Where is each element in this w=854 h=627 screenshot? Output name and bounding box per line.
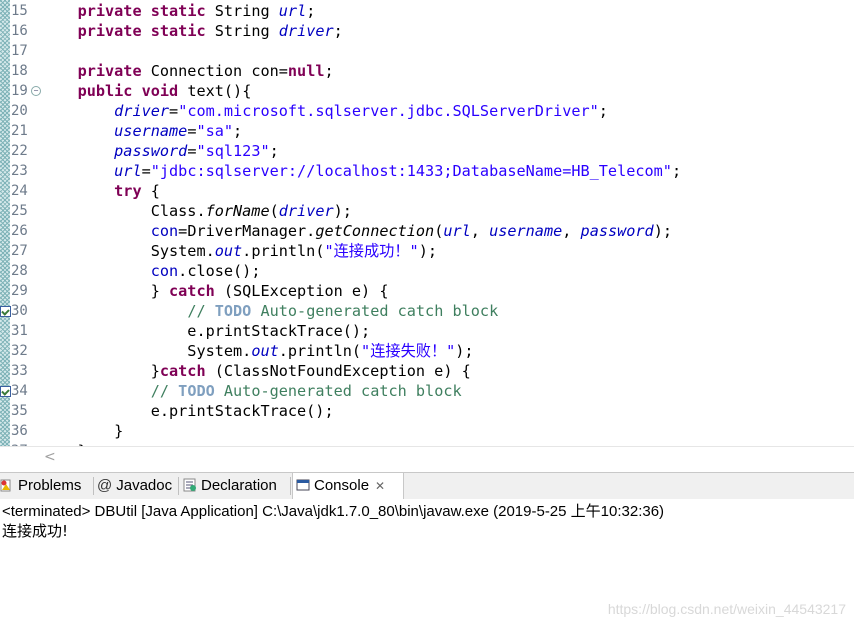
code-line[interactable]: 21 username="sa"; (0, 121, 854, 141)
tab-problems[interactable]: Problems (0, 473, 81, 498)
code-text: username="sa"; (114, 122, 243, 140)
line-number: 22 (11, 143, 28, 159)
code-line[interactable]: 34 // TODO Auto-generated catch block (0, 381, 854, 401)
tab-console-label: Console (314, 477, 370, 494)
code-line[interactable]: 28 con.close(); (0, 261, 854, 281)
code-line[interactable]: 30 // TODO Auto-generated catch block (0, 301, 854, 321)
line-number: 27 (11, 243, 28, 259)
code-text: Class.forName(driver); (41, 202, 352, 220)
line-number: 33 (11, 363, 28, 379)
problems-icon (0, 475, 14, 492)
horizontal-scrollbar[interactable]: < (0, 446, 854, 469)
code-line[interactable]: 25 Class.forName(driver); (0, 201, 854, 221)
tab-problems-label: Problems (18, 477, 82, 494)
line-number: 30 (11, 303, 28, 319)
code-text: try { (114, 182, 160, 200)
code-line[interactable]: 20 driver="com.microsoft.sqlserver.jdbc.… (0, 101, 854, 121)
tab-declaration-label: Declaration (201, 477, 277, 494)
code-line[interactable]: 16 private static String driver; (0, 21, 854, 41)
line-number: 29 (11, 283, 28, 299)
code-text: e.printStackTrace(); (41, 322, 371, 340)
code-line[interactable]: 29 } catch (SQLException e) { (0, 281, 854, 301)
task-marker-icon[interactable] (0, 306, 11, 317)
code-text: public void text(){ (77, 82, 252, 100)
scroll-left-icon[interactable]: < (44, 449, 56, 465)
console-icon (296, 475, 310, 491)
close-icon[interactable]: ✕ (375, 479, 385, 493)
declaration-icon (183, 475, 197, 492)
tab-javadoc-label: Javadoc (116, 477, 173, 494)
line-number: 35 (11, 403, 28, 419)
code-line[interactable]: 33 }catch (ClassNotFoundException e) { (0, 361, 854, 381)
code-line[interactable]: 31 e.printStackTrace(); (0, 321, 854, 341)
watermark: https://blog.csdn.net/weixin_44543217 (607, 601, 846, 617)
tab-console[interactable]: Console ✕ (292, 473, 405, 499)
console-status-line: <terminated> DBUtil [Java Application] C… (2, 503, 665, 520)
line-number: 20 (11, 103, 28, 119)
code-line[interactable]: 19− public void text(){ (0, 81, 854, 101)
code-line[interactable]: 15 private static String url; (0, 1, 854, 21)
task-marker-icon[interactable] (0, 386, 11, 397)
line-number: 28 (11, 263, 28, 279)
code-editor[interactable]: 15 private static String url; 16 private … (0, 0, 854, 446)
tab-javadoc[interactable]: @ Javadoc (97, 473, 172, 498)
code-line[interactable]: 35 e.printStackTrace(); (0, 401, 854, 421)
code-line[interactable]: 27 System.out.println("连接成功！"); (0, 241, 854, 261)
line-number: 32 (11, 343, 28, 359)
bottom-panel-tabs: Problems @ Javadoc Declaration Console ✕ (0, 472, 854, 500)
code-text: password="sql123"; (114, 142, 279, 160)
line-number: 26 (11, 223, 28, 239)
code-text: private static String driver; (77, 22, 343, 40)
code-text: driver="com.microsoft.sqlserver.jdbc.SQL… (114, 102, 608, 120)
line-number: 15 (11, 3, 28, 19)
code-text: private static String url; (77, 2, 316, 20)
line-number: 24 (11, 183, 28, 199)
tab-declaration[interactable]: Declaration (183, 473, 277, 498)
code-line[interactable]: 32 System.out.println("连接失败！"); (0, 341, 854, 361)
code-text: } catch (SQLException e) { (41, 282, 389, 300)
console-view[interactable]: <terminated> DBUtil [Java Application] C… (0, 499, 854, 627)
fold-toggle-icon[interactable]: − (31, 86, 41, 96)
code-text: con=DriverManager.getConnection(url, use… (150, 222, 672, 240)
code-text: // TODO Auto-generated catch block (187, 302, 499, 320)
line-number: 34 (11, 383, 28, 399)
code-line[interactable]: 26 con=DriverManager.getConnection(url, … (0, 221, 854, 241)
code-line[interactable]: 24 try { (0, 181, 854, 201)
line-number: 17 (11, 43, 28, 59)
line-number: 36 (11, 423, 28, 439)
line-number: 25 (11, 203, 28, 219)
line-number: 21 (11, 123, 28, 139)
code-text: // TODO Auto-generated catch block (150, 382, 462, 400)
code-text: } (41, 422, 124, 440)
tab-separator (178, 477, 179, 495)
tab-separator (290, 477, 291, 495)
console-output[interactable]: 连接成功! (2, 520, 68, 541)
at-icon: @ (97, 477, 113, 494)
line-number: 31 (11, 323, 28, 339)
line-number: 23 (11, 163, 28, 179)
code-text: con.close(); (150, 262, 261, 280)
code-text: url="jdbc:sqlserver://localhost:1433;Dat… (114, 162, 682, 180)
code-text: System.out.println("连接成功！"); (41, 242, 437, 260)
code-line[interactable]: 23 url="jdbc:sqlserver://localhost:1433;… (0, 161, 854, 181)
tab-separator (93, 477, 94, 495)
code-line[interactable]: 22 password="sql123"; (0, 141, 854, 161)
code-text: }catch (ClassNotFoundException e) { (41, 362, 471, 380)
code-text: e.printStackTrace(); (41, 402, 334, 420)
code-line[interactable]: 36 } (0, 421, 854, 441)
code-line[interactable]: 17 (0, 41, 854, 61)
code-line[interactable]: 18 private Connection con=null; (0, 61, 854, 81)
line-number: 18 (11, 63, 28, 79)
line-number: 16 (11, 23, 28, 39)
code-text: System.out.println("连接失败！"); (41, 342, 474, 360)
code-text: private Connection con=null; (77, 62, 334, 80)
